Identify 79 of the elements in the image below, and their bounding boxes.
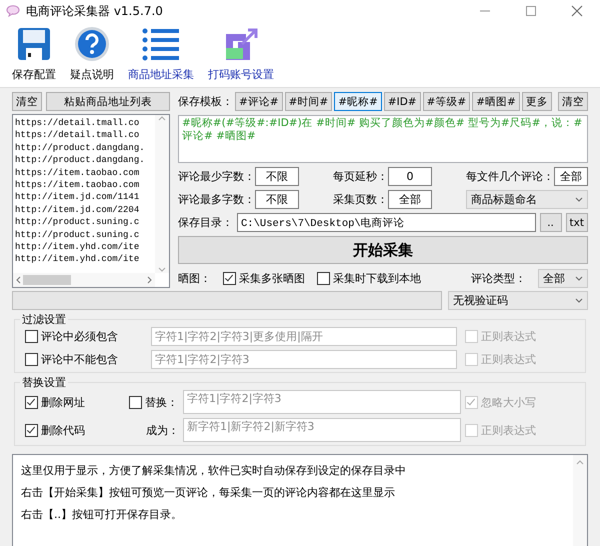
url-item: http://item.yhd.com/ite [15,253,140,266]
url-item: http://item.jd.com/2204 [15,204,140,216]
scroll-right-icon[interactable] [147,276,153,284]
input-field[interactable]: 字符1|字符2|字符3 [183,390,461,414]
scroll-thumb[interactable] [23,275,71,285]
tag-button[interactable]: #晒图# [472,92,520,111]
option-label: 采集页数： [333,192,388,207]
url-item: http://product.dangdang. [15,154,146,167]
format-button[interactable]: txt [566,213,588,232]
window-title: 电商评论采集器 v1.5.7.0 [26,2,164,20]
input-field[interactable]: 字符1|字符2|字符3|更多使用|隔开 [151,327,457,346]
checkbox[interactable]: 采集多张晒图 [223,270,305,286]
checkbox[interactable]: 评论中必须包含 [25,329,143,344]
url-item: https://detail.tmall.co [15,129,140,142]
clear-button[interactable]: 清空 [12,92,42,111]
template-label: 保存模板： [178,94,233,109]
option-label: 每页延秒： [333,169,388,184]
toolbar-button[interactable]: 保存配置 [8,24,60,84]
tag-button[interactable]: #时间# [284,92,332,111]
into-label: 成为： [146,422,179,438]
clear-button[interactable]: 清空 [558,92,588,111]
images-label: 晒图： [178,270,211,286]
url-item: http://product.suning.c [15,228,140,242]
input-field[interactable]: 全部 [554,167,588,186]
checkbox[interactable]: 评论中不能包含 [25,352,143,367]
checkbox[interactable]: 删除网址 [25,394,125,410]
toolbar-button[interactable]: 疑点说明 [66,24,118,84]
tag-button[interactable]: #ID# [384,92,421,111]
tag-button[interactable]: #评论# [235,92,283,111]
option-label: 评论最少字数： [178,169,255,184]
url-item: http://product.dangdang. [15,142,146,154]
checkbox[interactable]: 替换： [129,394,179,410]
input-field[interactable]: 不限 [255,190,299,209]
list-icon [141,26,181,62]
log-line: 这里仅用于显示，方便了解采集情况，软件已实时自动保存到设定的保存目录中 [21,463,407,478]
caret-icon [575,197,583,202]
save-dir-label: 保存目录： [178,215,233,230]
scroll-left-icon[interactable] [15,276,21,284]
tag-button[interactable]: #等级# [422,92,470,111]
url-item: https://item.taobao.com [15,179,140,192]
url-item: http://item.jd.com/1141 [15,191,140,204]
url-item: https://detail.tmall.co [15,117,140,130]
toolbar-button[interactable]: 商品地址采集 [124,24,198,84]
url-item: http://item.yhd.com/ite [15,241,140,254]
caret-icon [575,298,583,303]
dropdown[interactable]: 商品标题命名 [466,190,588,209]
group-title: 替换设置 [20,375,68,390]
start-button[interactable]: 开始采集 [178,236,588,264]
app-icon [6,5,20,17]
log-line: 右击【..】按钮可打开保存目录。 [21,507,183,522]
tag-button[interactable]: 更多 [522,92,552,111]
input-field[interactable]: 不限 [255,167,299,186]
toolbar-button[interactable]: 打码账号设置 [204,24,278,84]
url-item: http://product.suning.c [15,216,140,229]
type-label: 评论类型： [471,270,526,286]
dropdown[interactable]: 无视验证码 [448,291,588,310]
option-label: 评论最多字数： [178,192,255,207]
browse-button[interactable]: .. [540,213,562,232]
url-item: https://item.taobao.com [15,166,140,180]
path-field[interactable]: C:\Users\7\Desktop\电商评论 [237,213,536,232]
scroll-up-icon[interactable] [158,115,166,121]
input-field[interactable]: 新字符1|新字符2|新字符3 [183,418,461,442]
dropdown[interactable]: 全部 [538,268,588,288]
checkbox[interactable]: 采集时下载到本地 [317,270,421,286]
log-line: 右击【开始采集】按钮可预览一页评论，每采集一页的评论内容都在这里显示 [21,485,396,500]
template-field[interactable]: #昵称#(#等级#:#ID#)在 #时间# 购买了颜色为#颜色# 型号为#尺码#，说：#评论# #晒图# [178,115,588,163]
input-field[interactable]: 0 [388,167,432,186]
paste-button[interactable]: 粘贴商品地址列表 [46,92,170,111]
caret-icon [575,276,583,280]
scroll-up-icon[interactable] [576,459,584,465]
option-label: 每文件几个评论： [466,169,554,184]
url-list[interactable] [12,114,170,288]
input-field[interactable]: 全部 [388,190,432,209]
group-title: 过滤设置 [20,312,68,327]
checkbox[interactable]: 删除代码 [25,422,125,438]
help-icon [74,26,110,62]
input-field[interactable]: 字符1|字符2|字符3 [151,350,457,369]
tag-button[interactable]: #昵称# [334,92,382,111]
scroll-down-icon[interactable] [158,267,166,273]
